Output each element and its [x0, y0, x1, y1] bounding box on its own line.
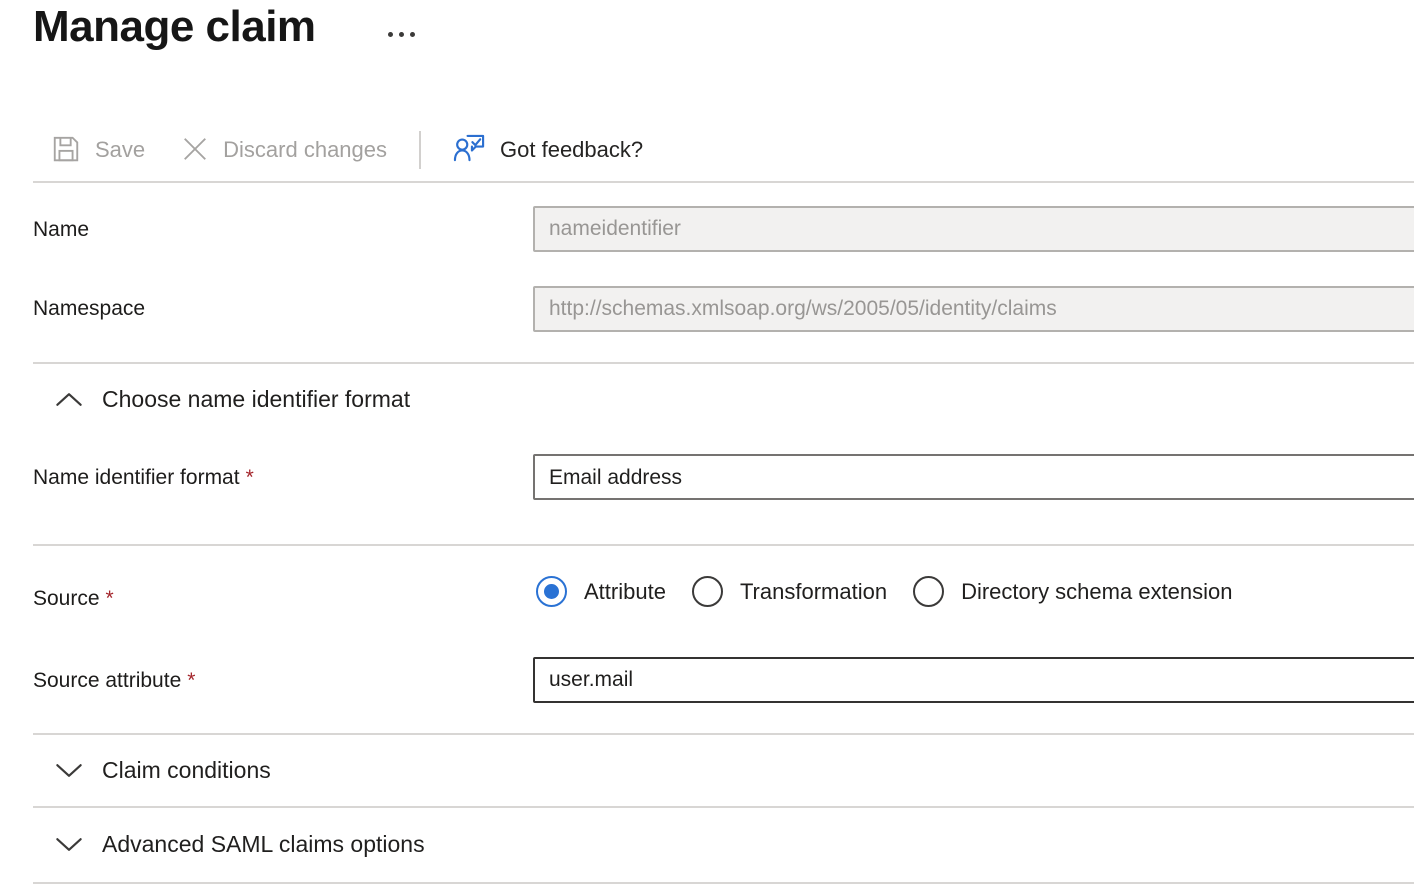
- command-bar: Save Discard changes Got feedb: [33, 127, 661, 173]
- discard-changes-button[interactable]: Discard changes: [163, 127, 405, 173]
- discard-changes-label: Discard changes: [223, 137, 387, 163]
- section-label: Claim conditions: [102, 757, 271, 784]
- section-label: Advanced SAML claims options: [102, 831, 425, 858]
- save-button[interactable]: Save: [33, 127, 163, 173]
- required-asterisk: *: [246, 466, 254, 489]
- toolbar-divider: [33, 181, 1414, 183]
- radio-transformation[interactable]: Transformation: [692, 576, 887, 607]
- section-divider-2: [33, 544, 1414, 546]
- radio-circle: [913, 576, 944, 607]
- save-icon: [51, 134, 81, 167]
- radio-directory-schema-extension[interactable]: Directory schema extension: [913, 576, 1232, 607]
- source-radio-group: Attribute Transformation Directory schem…: [536, 576, 1233, 607]
- radio-label: Attribute: [584, 579, 666, 605]
- source-label: Source*: [33, 587, 114, 611]
- section-claim-conditions[interactable]: Claim conditions: [55, 757, 271, 784]
- required-asterisk: *: [106, 587, 114, 610]
- radio-label: Transformation: [740, 579, 887, 605]
- got-feedback-button[interactable]: Got feedback?: [435, 127, 661, 173]
- name-identifier-format-label: Name identifier format*: [33, 466, 254, 490]
- close-icon: [181, 135, 209, 166]
- got-feedback-label: Got feedback?: [500, 137, 643, 163]
- section-choose-name-identifier-format[interactable]: Choose name identifier format: [55, 386, 410, 413]
- radio-circle: [536, 576, 567, 607]
- section-divider-1: [33, 362, 1414, 364]
- name-field-label: Name: [33, 218, 89, 242]
- chevron-down-icon: [55, 762, 83, 779]
- chevron-up-icon: [55, 391, 83, 408]
- save-button-label: Save: [95, 137, 145, 163]
- section-divider-3: [33, 733, 1414, 735]
- section-label: Choose name identifier format: [102, 386, 410, 413]
- source-attribute-label: Source attribute*: [33, 669, 195, 693]
- section-advanced-saml-claims-options[interactable]: Advanced SAML claims options: [55, 831, 425, 858]
- section-divider-4: [33, 806, 1414, 808]
- manage-claim-page: Manage claim Save Discard: [0, 0, 1414, 896]
- name-input: [533, 206, 1414, 252]
- required-asterisk: *: [187, 669, 195, 692]
- source-attribute-input[interactable]: [533, 657, 1414, 703]
- chevron-down-icon: [55, 836, 83, 853]
- radio-circle: [692, 576, 723, 607]
- person-feedback-icon: [453, 132, 486, 168]
- radio-label: Directory schema extension: [961, 579, 1232, 605]
- radio-attribute[interactable]: Attribute: [536, 576, 666, 607]
- namespace-input: [533, 286, 1414, 332]
- toolbar-separator: [419, 131, 421, 169]
- page-title: Manage claim: [33, 2, 316, 52]
- namespace-field-label: Namespace: [33, 297, 145, 321]
- name-identifier-format-select[interactable]: Email address: [533, 454, 1414, 500]
- more-options-icon[interactable]: [384, 28, 419, 41]
- section-divider-5: [33, 882, 1414, 884]
